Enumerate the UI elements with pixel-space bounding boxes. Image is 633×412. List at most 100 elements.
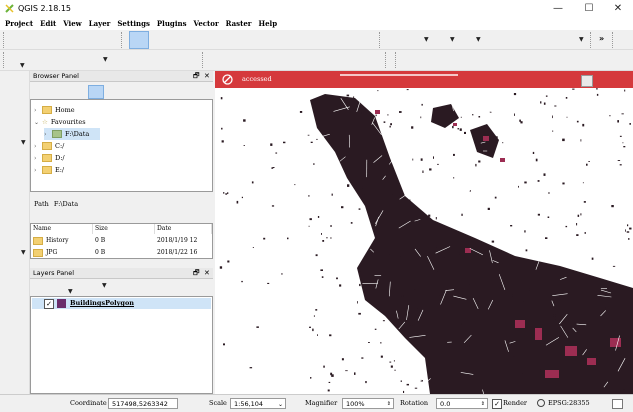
menu-edit[interactable]: Edit bbox=[40, 18, 56, 30]
status-bar: Coordinate 517498,5263342 Scale 1:56,104… bbox=[0, 394, 633, 412]
chevron-down-icon[interactable]: ▼ bbox=[103, 56, 108, 63]
message-log-icon[interactable] bbox=[612, 399, 623, 409]
title-bar: QGIS 2.18.15 — ☐ ✕ bbox=[0, 0, 633, 18]
rotation-label: Rotation bbox=[400, 395, 428, 412]
table-cell-size: 0 B bbox=[93, 247, 155, 257]
minimize-button[interactable]: — bbox=[543, 0, 573, 18]
folder-icon bbox=[33, 249, 43, 257]
file-table[interactable]: Name Size Date History 0 B 2018/1/19 12 … bbox=[30, 223, 213, 259]
error-icon bbox=[222, 74, 233, 85]
crs-globe-icon[interactable] bbox=[537, 399, 545, 407]
star-icon: ☆ bbox=[42, 118, 48, 126]
browser-panel: Browser Panel 🗗 ✕ ›Home ⌄☆Favourites ›F:… bbox=[30, 71, 213, 267]
toolbar-handle[interactable] bbox=[3, 32, 5, 48]
progress-indicator bbox=[340, 74, 458, 76]
browser-panel-title-text: Browser Panel bbox=[33, 72, 79, 80]
menu-project[interactable]: Project bbox=[5, 18, 33, 30]
chevron-down-icon[interactable]: ⌄ bbox=[34, 117, 42, 129]
map-canvas[interactable] bbox=[215, 88, 633, 394]
magnifier-spinbox[interactable]: 100%⇕ bbox=[342, 398, 394, 409]
menu-help[interactable]: Help bbox=[258, 18, 277, 30]
tree-item-c-drive[interactable]: ›C:/ bbox=[34, 140, 64, 152]
layers-panel: Layers Panel 🗗 ✕ ▼ ▼ ✓ BuildingsPolygon bbox=[30, 268, 213, 394]
close-icon[interactable]: ✕ bbox=[204, 268, 210, 279]
layer-symbol-icon bbox=[57, 299, 66, 308]
spin-arrows-icon[interactable]: ⇕ bbox=[387, 399, 391, 410]
browser-tree[interactable]: ›Home ⌄☆Favourites ›F:\Data ›C:/ ›D:/ ›E… bbox=[30, 99, 213, 192]
path-value: F:\Data bbox=[54, 200, 78, 208]
path-row: Path F:\Data bbox=[34, 200, 78, 208]
message-text: accessed bbox=[242, 75, 272, 83]
menu-plugins[interactable]: Plugins bbox=[157, 18, 187, 30]
folder-icon bbox=[33, 237, 43, 245]
browser-panel-title: Browser Panel 🗗 ✕ bbox=[30, 71, 213, 82]
tree-item-favourites[interactable]: ⌄☆Favourites bbox=[34, 116, 86, 128]
toolbar-overflow-icon[interactable]: » bbox=[599, 34, 604, 43]
menu-settings[interactable]: Settings bbox=[117, 18, 150, 30]
message-bar: accessed bbox=[215, 71, 633, 88]
browser-refresh-icon[interactable] bbox=[88, 85, 104, 99]
menu-layer[interactable]: Layer bbox=[89, 18, 111, 30]
toolbar-separator bbox=[385, 52, 387, 68]
crs-label[interactable]: EPSG:28355 bbox=[548, 395, 590, 412]
chevron-down-icon[interactable]: ▼ bbox=[21, 249, 26, 256]
chevron-down-icon[interactable]: ▼ bbox=[579, 36, 584, 43]
coordinate-label: Coordinate bbox=[70, 395, 107, 412]
map-buildings-layer bbox=[215, 88, 633, 394]
table-cell-name: JPG bbox=[31, 247, 93, 257]
coordinate-field[interactable]: 517498,5263342 bbox=[108, 398, 178, 409]
tree-item-d-drive[interactable]: ›D:/ bbox=[34, 152, 65, 164]
chevron-down-icon[interactable]: ▼ bbox=[424, 36, 429, 43]
tree-item-e-drive[interactable]: ›E:/ bbox=[34, 164, 64, 176]
message-bar-close-button[interactable] bbox=[581, 75, 593, 87]
layers-panel-title-text: Layers Panel bbox=[33, 269, 74, 277]
toolbar-separator bbox=[121, 32, 123, 48]
menu-vector[interactable]: Vector bbox=[194, 18, 219, 30]
spin-arrows-icon[interactable]: ⇕ bbox=[481, 399, 485, 410]
table-row[interactable]: History 0 B 2018/1/19 12 bbox=[31, 235, 212, 246]
float-icon[interactable]: 🗗 bbox=[193, 268, 200, 279]
column-header-name[interactable]: Name bbox=[31, 224, 93, 234]
layers-tree[interactable]: ✓ BuildingsPolygon bbox=[30, 296, 213, 394]
close-button[interactable]: ✕ bbox=[603, 0, 633, 18]
toolbar-separator bbox=[395, 52, 397, 68]
toolbar-selected-tool-icon[interactable] bbox=[129, 31, 149, 49]
toolbar-separator bbox=[379, 32, 381, 48]
window-title: QGIS 2.18.15 bbox=[18, 4, 71, 13]
toolbar-separator bbox=[612, 32, 614, 48]
chevron-down-icon[interactable]: ▼ bbox=[476, 36, 481, 43]
chevron-down-icon[interactable]: ▼ bbox=[20, 62, 25, 69]
table-row[interactable]: JPG 0 B 2018/1/22 16 bbox=[31, 247, 212, 257]
render-checkbox[interactable]: ✓ bbox=[492, 399, 502, 409]
path-label: Path bbox=[34, 200, 49, 208]
toolbar-handle[interactable] bbox=[3, 52, 5, 68]
column-header-date[interactable]: Date bbox=[155, 224, 212, 234]
menu-raster[interactable]: Raster bbox=[226, 18, 252, 30]
table-cell-name: History bbox=[31, 235, 93, 246]
scale-combo[interactable]: 1:56,104⌄ bbox=[230, 398, 286, 409]
table-cell-size: 0 B bbox=[93, 235, 155, 246]
magnifier-label: Magnifier bbox=[305, 395, 337, 412]
chevron-right-icon[interactable]: › bbox=[34, 165, 42, 177]
render-label: Render bbox=[503, 395, 527, 412]
float-icon[interactable]: 🗗 bbox=[193, 71, 200, 82]
column-header-size[interactable]: Size bbox=[93, 224, 155, 234]
chevron-down-icon[interactable]: ▼ bbox=[450, 36, 455, 43]
close-icon[interactable]: ✕ bbox=[204, 71, 210, 82]
chevron-down-icon[interactable]: ▼ bbox=[68, 288, 73, 295]
chevron-down-icon[interactable]: ▼ bbox=[21, 139, 26, 146]
folder-icon bbox=[42, 106, 52, 114]
chevron-down-icon[interactable]: ⌄ bbox=[278, 399, 283, 410]
scale-label: Scale bbox=[209, 395, 227, 412]
qgis-logo-icon bbox=[4, 3, 15, 14]
chevron-down-icon[interactable]: ▼ bbox=[102, 282, 107, 289]
maximize-button[interactable]: ☐ bbox=[574, 0, 604, 18]
toolbar-row-1: ▼ ▼ ▼ ▼ » bbox=[0, 30, 633, 50]
layer-item[interactable]: ✓ BuildingsPolygon bbox=[32, 298, 211, 309]
tree-item-f-data[interactable]: ›F:\Data bbox=[44, 128, 100, 140]
tree-item-home[interactable]: ›Home bbox=[34, 104, 75, 116]
rotation-spinbox[interactable]: 0.0⇕ bbox=[436, 398, 488, 409]
folder-icon bbox=[52, 130, 62, 138]
menu-view[interactable]: View bbox=[63, 18, 81, 30]
layer-visibility-checkbox[interactable]: ✓ bbox=[44, 299, 54, 309]
